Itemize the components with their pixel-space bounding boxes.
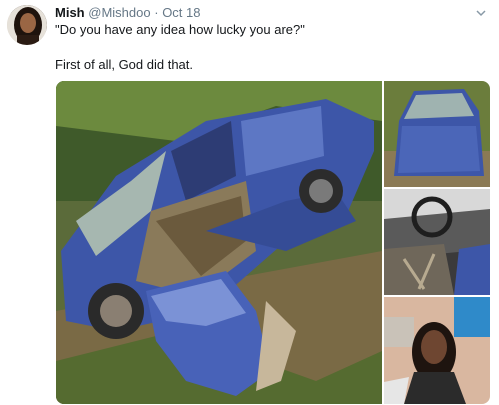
user-handle[interactable]: @Mishdoo bbox=[88, 5, 150, 20]
tweet-text-line-2: First of all, God did that. bbox=[55, 57, 194, 72]
avatar[interactable] bbox=[7, 5, 47, 45]
separator: · bbox=[154, 5, 159, 20]
tweet-date[interactable]: Oct 18 bbox=[162, 5, 200, 20]
tweet-text-line-1: "Do you have any idea how lucky you are?… bbox=[55, 22, 305, 37]
chevron-down-icon[interactable] bbox=[475, 7, 487, 19]
tweet-header: Mish @Mishdoo · Oct 18 bbox=[55, 5, 200, 21]
photo-selfie[interactable] bbox=[384, 297, 490, 404]
photo-car-front[interactable] bbox=[384, 81, 490, 187]
display-name[interactable]: Mish bbox=[55, 5, 85, 20]
media-grid bbox=[56, 81, 490, 404]
photo-crashed-car[interactable] bbox=[56, 81, 382, 404]
photo-car-interior[interactable] bbox=[384, 189, 490, 295]
